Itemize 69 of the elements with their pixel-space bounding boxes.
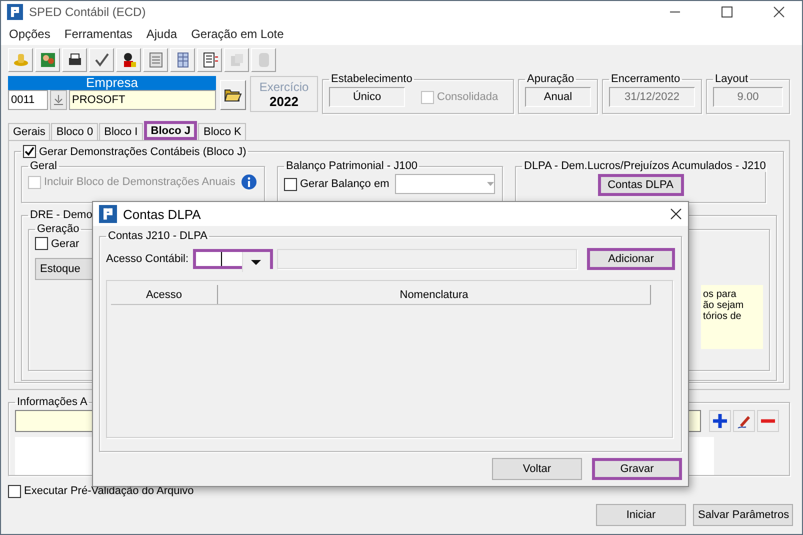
- menu-item[interactable]: Opções: [9, 27, 50, 41]
- contas-dlpa-button[interactable]: Contas DLPA: [598, 174, 684, 196]
- people-icon: [38, 51, 56, 69]
- toolbar-button[interactable]: [89, 48, 114, 72]
- dialog-button[interactable]: Gravar: [592, 458, 682, 480]
- group-title: Informações A: [17, 396, 88, 408]
- checklist-icon: [146, 51, 164, 69]
- info-value: Anual: [525, 87, 591, 107]
- group-title: Balanço Patrimonial - J100: [286, 160, 418, 172]
- checkbox[interactable]: Executar Pré-Validação do Arquivo: [8, 484, 194, 498]
- group-title: Geração: [37, 223, 80, 235]
- group-title: Geral: [30, 160, 57, 172]
- company-code-field[interactable]: 0011: [8, 90, 48, 110]
- dialog-title: Contas DLPA: [123, 206, 202, 222]
- note-text: os para ão sejam tórios de: [701, 285, 763, 349]
- toolbar-button[interactable]: [197, 48, 222, 72]
- tab[interactable]: Bloco I: [99, 123, 143, 140]
- text-cursor: [220, 252, 222, 266]
- tab[interactable]: Bloco K: [198, 123, 246, 140]
- account-combo[interactable]: [192, 249, 273, 269]
- plus-icon: [712, 413, 728, 429]
- check-icon: [92, 51, 110, 69]
- caret-icon: [487, 182, 494, 186]
- lookup-button[interactable]: [50, 90, 67, 110]
- tab[interactable]: Bloco 0: [51, 123, 98, 140]
- add-button[interactable]: [709, 410, 731, 432]
- menu-item[interactable]: Ferramentas: [64, 27, 132, 41]
- folder-icon: [224, 88, 242, 102]
- app-logo-icon: [7, 4, 23, 20]
- caret-icon: [251, 260, 262, 264]
- pencil-icon: [736, 413, 752, 429]
- dialog-button[interactable]: Voltar: [492, 458, 582, 480]
- year-value: 2022: [270, 94, 298, 108]
- column-header[interactable]: Acesso: [111, 285, 218, 304]
- company-name-field[interactable]: PROSOFT: [69, 90, 216, 110]
- group-title: Layout: [715, 73, 748, 85]
- toolbar-button[interactable]: [62, 48, 87, 72]
- company-header: Empresa: [8, 76, 216, 90]
- year-label: Exercício: [259, 80, 309, 94]
- info-value: 31/12/2022: [609, 87, 695, 107]
- menu-item[interactable]: Geração em Lote: [191, 27, 284, 41]
- group-title: Contas J210 - DLPA: [108, 230, 208, 242]
- menu-item[interactable]: Ajuda: [146, 27, 178, 41]
- open-folder-button[interactable]: [220, 80, 246, 110]
- column-header[interactable]: Nomenclatura: [218, 285, 651, 304]
- action-button[interactable]: Iniciar: [596, 504, 686, 526]
- group-title: DRE - Demo: [30, 209, 92, 221]
- group-title: DLPA - Dem.Lucros/Prejuízos Acumulados - J210: [524, 160, 766, 172]
- info-value: 9.00: [713, 87, 783, 107]
- window-title: SPED Contábil (ECD): [29, 5, 147, 19]
- list-icon: [200, 51, 218, 69]
- tab[interactable]: Bloco J: [144, 121, 198, 140]
- toolbar-button[interactable]: [116, 48, 141, 72]
- close-icon[interactable]: [670, 208, 682, 220]
- group-title: Encerramento: [611, 73, 680, 85]
- tab[interactable]: Gerais: [8, 123, 50, 140]
- establishment-value: Único: [329, 87, 405, 107]
- info-icon[interactable]: [241, 174, 258, 190]
- add-button[interactable]: Adicionar: [587, 248, 675, 270]
- checkmark-icon: [24, 146, 35, 157]
- checkbox[interactable]: Gerar Balanço em: [284, 178, 390, 190]
- group-title: Estabelecimento: [331, 73, 412, 85]
- download-arrow-icon: [54, 95, 63, 105]
- edit-button[interactable]: [733, 410, 755, 432]
- group-title: Apuração: [527, 73, 574, 85]
- remove-button[interactable]: [757, 410, 779, 432]
- checkbox[interactable]: Gerar Demonstrações Contábeis (Bloco J): [23, 145, 246, 158]
- action-button[interactable]: Salvar Parâmetros: [693, 504, 793, 526]
- app-logo-icon: [99, 205, 117, 223]
